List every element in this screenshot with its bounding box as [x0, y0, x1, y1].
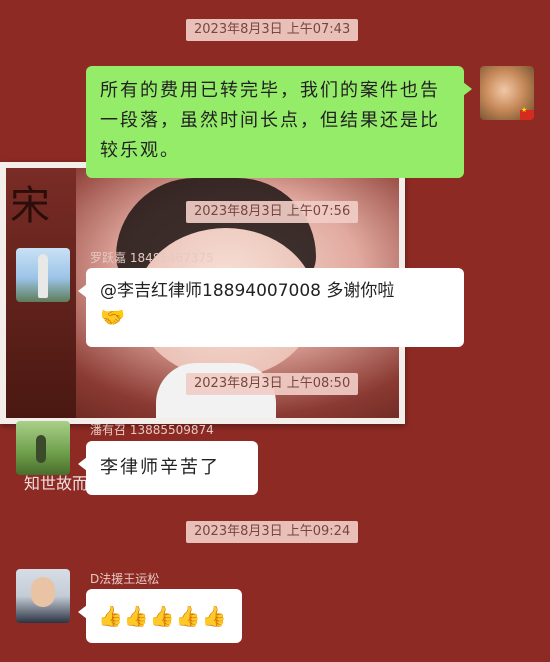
message-bubble-received[interactable]: 李律师辛苦了 [78, 441, 258, 495]
sender-avatar-pan[interactable] [16, 421, 70, 475]
sender-name: 罗跃嘉 18485467375 [90, 251, 214, 265]
message-bubble-received[interactable]: 👍👍👍👍👍 [78, 589, 242, 643]
timestamp-1: 2023年8月3日 上午07:43 [186, 19, 359, 41]
face-icon [31, 577, 55, 607]
thumbs-up-icon: 👍👍👍👍👍 [98, 604, 228, 628]
photo-sign-text: 宋 [10, 183, 50, 229]
message-text: @李吉红律师18894007008 多谢你啦 [100, 281, 395, 301]
my-avatar[interactable] [480, 66, 534, 120]
message-bubble-sent[interactable]: 所有的费用已转完毕，我们的案件也告一段落，虽然时间长点，但结果还是比较乐观。 [86, 66, 472, 178]
message-text: 所有的费用已转完毕，我们的案件也告一段落，虽然时间长点，但结果还是比较乐观。 [100, 80, 440, 161]
china-flag-icon [520, 106, 534, 120]
message-bubble-received[interactable]: @李吉红律师18894007008 多谢你啦 🤝 [78, 268, 464, 347]
timestamp-4: 2023年8月3日 上午09:24 [186, 521, 359, 543]
sender-avatar-luo[interactable] [16, 248, 70, 302]
sender-avatar-wang[interactable] [16, 569, 70, 623]
timestamp-2: 2023年8月3日 上午07:56 [186, 201, 359, 223]
message-text: 李律师辛苦了 [100, 457, 220, 478]
sender-name: D法援王运松 [90, 572, 160, 586]
timestamp-3: 2023年8月3日 上午08:50 [186, 373, 359, 395]
statue-icon [38, 254, 48, 298]
handshake-icon: 🤝 [100, 305, 125, 329]
person-icon [36, 435, 46, 463]
sender-name: 潘有召 13885509874 [90, 423, 214, 437]
